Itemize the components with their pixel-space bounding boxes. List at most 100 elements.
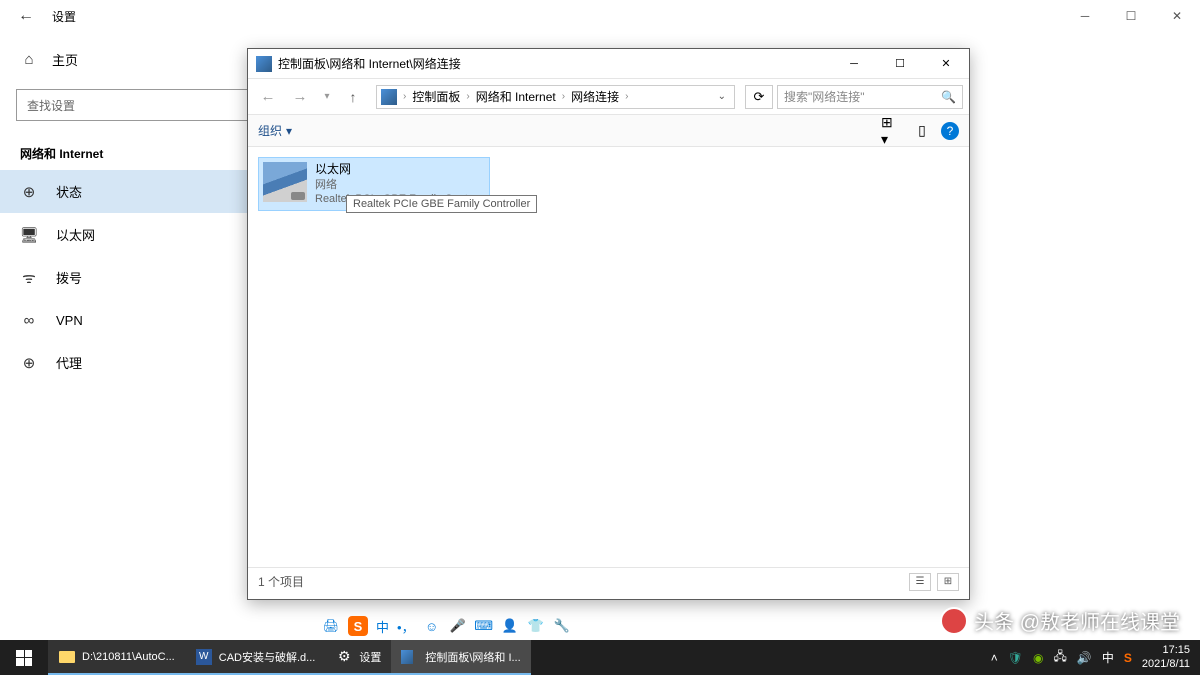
toolbar-right: ⊞ ▾ ▯ ?	[881, 120, 959, 142]
ethernet-icon: 🖥	[20, 226, 38, 244]
task-control-panel[interactable]: 控制面板\网络和 I...	[391, 640, 530, 675]
chevron-right-icon: ›	[625, 91, 628, 102]
maximize-button[interactable]: ☐	[1108, 0, 1154, 32]
ime-punct[interactable]: •，	[397, 617, 415, 636]
view-options-button[interactable]: ⊞ ▾	[881, 120, 903, 142]
nav-status-label: 状态	[56, 182, 82, 201]
sogou-icon[interactable]: S	[348, 616, 368, 636]
nav-history-button[interactable]: ▾	[318, 83, 336, 111]
tray-date: 2021/8/11	[1142, 658, 1190, 671]
tray-sogou-icon[interactable]: S	[1124, 651, 1132, 665]
organize-button[interactable]: 组织 ▾	[258, 122, 292, 139]
word-icon: W	[196, 649, 212, 665]
breadcrumb-b[interactable]: 网络和 Internet	[476, 88, 556, 105]
ime-toolbar[interactable]: 🖨 S 中 •， ☺ 🎤 ⌨ 👤 👕 🔧	[322, 614, 571, 638]
wrench-icon[interactable]: 🔧	[553, 617, 571, 635]
cp-titlebar[interactable]: 控制面板\网络和 Internet\网络连接 ─ ☐ ✕	[248, 49, 969, 79]
dialup-icon: ᯤ	[20, 269, 38, 287]
vpn-icon: ∞	[20, 311, 38, 329]
nav-dialup-label: 拨号	[56, 268, 82, 287]
chevron-right-icon: ›	[403, 91, 406, 102]
adapter-status: 网络	[315, 178, 480, 192]
settings-header: ← 设置 ─ ☐ ✕	[0, 0, 1200, 32]
window-controls: ─ ☐ ✕	[1062, 0, 1200, 32]
nav-proxy-label: 代理	[56, 353, 82, 372]
skin-icon[interactable]: 👕	[527, 617, 545, 635]
cp-window-controls: ─ ☐ ✕	[831, 49, 969, 78]
status-icon: ⊕	[20, 183, 38, 201]
help-icon[interactable]: ?	[941, 122, 959, 140]
home-label: 主页	[52, 50, 78, 69]
control-panel-window: 控制面板\网络和 Internet\网络连接 ─ ☐ ✕ ← → ▾ ↑ › 控…	[247, 48, 970, 600]
tray-nvidia-icon[interactable]: ◉	[1033, 651, 1043, 665]
task-label: 控制面板\网络和 I...	[425, 649, 520, 665]
cp-search-input[interactable]: 搜索"网络连接" 🔍	[777, 85, 963, 109]
cp-navigation-bar: ← → ▾ ↑ › 控制面板 › 网络和 Internet › 网络连接 › ⌄…	[248, 79, 969, 115]
breadcrumb-c[interactable]: 网络连接	[571, 88, 619, 105]
folder-icon	[59, 651, 75, 663]
nav-vpn-label: VPN	[56, 313, 83, 328]
cp-maximize-button[interactable]: ☐	[877, 49, 923, 78]
search-input[interactable]: 查找设置 🔍	[16, 89, 283, 121]
minimize-button[interactable]: ─	[1062, 0, 1108, 32]
gear-icon: ⚙	[335, 648, 353, 666]
search-icon: 🔍	[941, 90, 956, 104]
tray-volume-icon[interactable]: 🔊	[1077, 651, 1092, 665]
icons-view-button[interactable]: ⊞	[937, 573, 959, 591]
tray-ime-icon[interactable]: 中	[1102, 649, 1114, 666]
breadcrumb-a[interactable]: 控制面板	[412, 88, 460, 105]
details-view-button[interactable]: ☰	[909, 573, 931, 591]
tray-network-icon[interactable]: 🖧	[1054, 647, 1067, 668]
nav-back-button[interactable]: ←	[254, 83, 282, 111]
tray-chevron-up-icon[interactable]: ˄	[991, 651, 998, 665]
taskbar: D:\210811\AutoC... W CAD安装与破解.d... ⚙ 设置 …	[0, 640, 1200, 675]
home-icon: ⌂	[20, 51, 38, 69]
organize-label: 组织	[258, 122, 282, 139]
settings-title: 设置	[52, 8, 76, 25]
emoji-icon[interactable]: ☺	[423, 617, 441, 635]
tray-clock[interactable]: 17:15 2021/8/11	[1142, 644, 1190, 670]
cp-title: 控制面板\网络和 Internet\网络连接	[278, 55, 831, 72]
task-settings[interactable]: ⚙ 设置	[325, 640, 391, 675]
cp-title-icon	[256, 56, 272, 72]
nav-ethernet-label: 以太网	[56, 225, 95, 244]
tray-time: 17:15	[1142, 644, 1190, 657]
task-label: 设置	[359, 649, 381, 665]
preview-pane-button[interactable]: ▯	[911, 120, 933, 142]
tooltip: Realtek PCIe GBE Family Controller	[346, 195, 537, 213]
refresh-button[interactable]: ⟳	[745, 85, 773, 109]
chevron-right-icon: ›	[466, 91, 469, 102]
cp-close-button[interactable]: ✕	[923, 49, 969, 78]
mic-icon[interactable]: 🎤	[449, 617, 467, 635]
ime-lang[interactable]: 中	[376, 617, 389, 636]
task-label: CAD安装与破解.d...	[219, 649, 316, 665]
view-switcher: ☰ ⊞	[909, 573, 959, 591]
task-word[interactable]: W CAD安装与破解.d...	[185, 640, 326, 675]
address-bar[interactable]: › 控制面板 › 网络和 Internet › 网络连接 › ⌄	[376, 85, 735, 109]
back-button[interactable]: ←	[8, 7, 44, 25]
printer-icon[interactable]: 🖨	[322, 617, 340, 635]
close-button[interactable]: ✕	[1154, 0, 1200, 32]
cp-toolbar: 组织 ▾ ⊞ ▾ ▯ ?	[248, 115, 969, 147]
system-tray: ˄ 🛡 ◉ 🖧 🔊 中 S 17:15 2021/8/11	[991, 644, 1200, 670]
start-button[interactable]	[0, 640, 48, 675]
globe-icon: ⊕	[20, 354, 38, 372]
chevron-right-icon: ›	[562, 91, 565, 102]
task-label: D:\210811\AutoC...	[82, 651, 175, 663]
item-count: 1 个项目	[258, 573, 304, 590]
cp-minimize-button[interactable]: ─	[831, 49, 877, 78]
search-placeholder: 查找设置	[27, 97, 75, 114]
person-icon[interactable]: 👤	[501, 617, 519, 635]
adapter-name: 以太网	[315, 162, 480, 178]
nav-forward-button[interactable]: →	[286, 83, 314, 111]
keyboard-icon[interactable]: ⌨	[475, 617, 493, 635]
control-panel-icon	[401, 648, 419, 666]
address-dropdown-icon[interactable]: ⌄	[714, 91, 730, 102]
ethernet-adapter-icon	[263, 162, 307, 202]
cp-content: 以太网 网络 Realtek PCIe GBE Family Contr... …	[248, 147, 969, 567]
task-explorer[interactable]: D:\210811\AutoC...	[48, 640, 185, 675]
windows-logo-icon	[16, 650, 32, 666]
cp-search-placeholder: 搜索"网络连接"	[784, 88, 865, 105]
nav-up-button[interactable]: ↑	[340, 89, 366, 105]
tray-shield-icon[interactable]: 🛡	[1008, 651, 1023, 665]
